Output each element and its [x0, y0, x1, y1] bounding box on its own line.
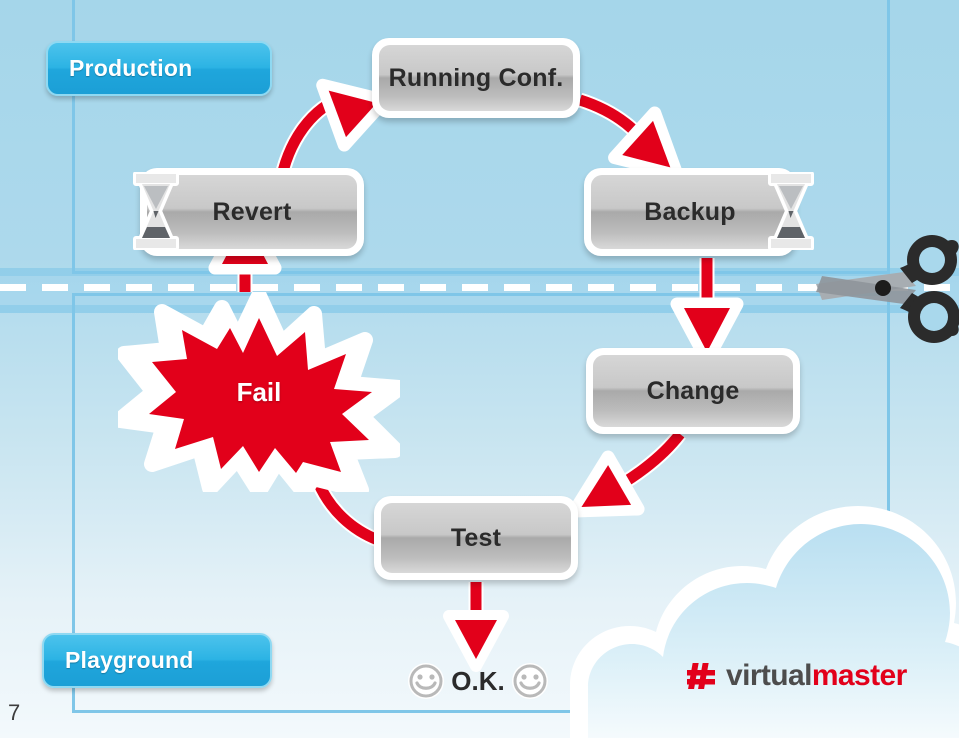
slide-canvas: Fail Running Conf. Revert Backup Change …	[0, 0, 959, 738]
region-badge-playground[interactable]: Playground	[42, 633, 272, 688]
hourglass-icon	[768, 172, 814, 250]
step-label-running-conf: Running Conf.	[379, 45, 573, 111]
virtualmaster-logo: virtualmaster	[686, 659, 907, 693]
step-box-test[interactable]: Test	[374, 496, 578, 580]
logo-word-one: virtual	[726, 659, 812, 692]
page-number: 7	[8, 700, 21, 725]
fail-starburst	[118, 292, 400, 492]
outcome-ok-label: O.K.	[451, 665, 505, 696]
hourglass-icon	[133, 172, 179, 250]
logo-word-two: master	[811, 659, 907, 692]
hash-icon	[687, 663, 715, 689]
region-badge-production-label: Production	[69, 55, 193, 81]
outcome-ok-row: O.K.	[388, 659, 568, 703]
scissors-icon	[816, 235, 959, 343]
region-badge-playground-label: Playground	[65, 647, 194, 673]
step-label-backup: Backup	[591, 175, 789, 249]
step-box-backup[interactable]: Backup	[584, 168, 796, 256]
step-label-change: Change	[593, 355, 793, 427]
step-box-change[interactable]: Change	[586, 348, 800, 434]
smiley-face-icon	[408, 663, 445, 699]
region-badge-production[interactable]: Production	[46, 41, 272, 96]
step-label-test: Test	[381, 503, 571, 573]
logo-wordmark: virtualmaster	[726, 659, 907, 693]
step-box-running-conf[interactable]: Running Conf.	[372, 38, 580, 118]
smiley-face-icon	[511, 663, 548, 699]
